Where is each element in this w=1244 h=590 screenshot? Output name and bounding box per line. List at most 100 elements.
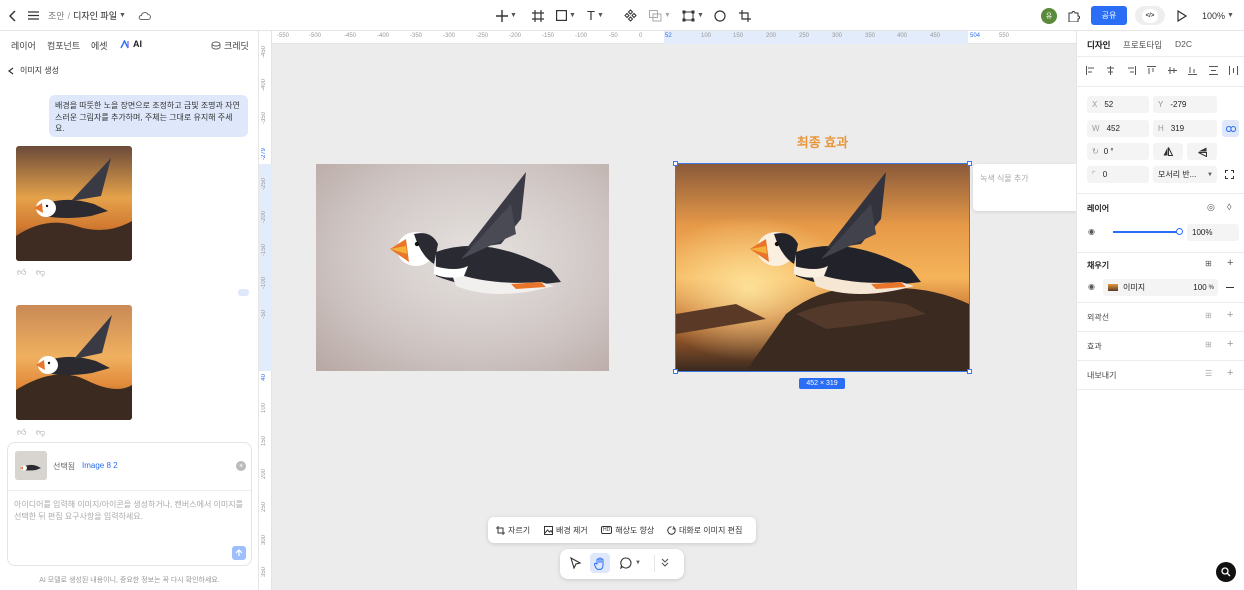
chat-edit-button[interactable]: 대화로 이미지 편집 <box>667 517 742 543</box>
distribute-horizontal-icon[interactable] <box>1228 66 1238 75</box>
chevron-down-icon[interactable]: ▼ <box>597 12 604 19</box>
height-field[interactable]: H 319 <box>1153 120 1217 137</box>
style-grid-icon[interactable]: ⊞ <box>1205 311 1212 320</box>
tab-d2c[interactable]: D2C <box>1175 39 1192 49</box>
menu-icon[interactable] <box>26 7 40 24</box>
flip-horizontal-button[interactable] <box>1153 143 1183 160</box>
file-name[interactable]: 디자인 파일 <box>73 9 117 22</box>
ruler-horizontal: -550 -500 -450 -400 -350 -300 -250 -200 … <box>272 31 1076 44</box>
text-tool[interactable]: T ▼ <box>587 7 604 24</box>
breadcrumb[interactable]: 조안 / 디자인 파일 ▼ <box>48 7 126 24</box>
chevron-down-icon[interactable]: ▼ <box>664 12 671 19</box>
chevron-down-icon[interactable]: ▼ <box>569 12 576 19</box>
add-stroke-icon[interactable]: + <box>1227 309 1233 321</box>
add-fill-icon[interactable]: + <box>1227 257 1233 269</box>
back-icon[interactable] <box>6 7 20 24</box>
search-button[interactable] <box>1216 562 1236 582</box>
tab-components[interactable]: 컴포넌트 <box>47 39 80 52</box>
play-icon[interactable] <box>1177 7 1187 24</box>
breadcrumb-parent[interactable]: 조안 <box>48 9 65 22</box>
align-center-v-icon[interactable] <box>1167 66 1177 75</box>
canvas-image-original[interactable] <box>316 164 609 371</box>
fill-row[interactable]: 이미지 100 % <box>1103 279 1218 296</box>
thumbs-down-icon[interactable]: 👎︎ <box>36 427 45 438</box>
opacity-slider[interactable] <box>1113 231 1179 233</box>
tab-prototype[interactable]: 프로토타입 <box>1123 39 1162 51</box>
chevron-down-icon[interactable]: ▼ <box>635 560 641 566</box>
hand-tool[interactable] <box>590 553 610 573</box>
chevron-down-icon[interactable]: ▼ <box>1227 12 1234 19</box>
chevron-down-icon[interactable]: ▼ <box>119 12 126 19</box>
corner-radius-field[interactable]: ⌜ 0 <box>1087 166 1149 183</box>
align-center-h-icon[interactable] <box>1106 66 1115 75</box>
clear-selection-icon[interactable]: × <box>236 461 246 471</box>
dev-mode-toggle[interactable]: </> <box>1135 6 1165 25</box>
add-effect-icon[interactable]: + <box>1227 338 1233 350</box>
align-bottom-icon[interactable] <box>1188 66 1198 75</box>
align-left-icon[interactable] <box>1086 66 1095 75</box>
thumbs-up-icon[interactable]: 👍︎ <box>17 267 26 278</box>
x-field[interactable]: X 52 <box>1087 96 1149 113</box>
ruler-tick: 450 <box>930 33 941 39</box>
distribute-vertical-icon[interactable] <box>1208 66 1218 75</box>
eye-icon[interactable]: ◉ <box>1088 227 1095 236</box>
eye-icon[interactable]: ◉ <box>1088 282 1095 291</box>
thumbs-up-icon[interactable]: 👍︎ <box>17 427 26 438</box>
y-field[interactable]: Y -279 <box>1153 96 1217 113</box>
corner-mode-dropdown[interactable]: 모서리 반... ▼ <box>1153 166 1217 183</box>
back-to-ai-home[interactable]: 이미지 생성 <box>8 65 59 76</box>
upscale-button[interactable]: HD 해상도 향상 <box>601 517 654 543</box>
zoom-dropdown[interactable]: 100% ▼ <box>1202 7 1234 24</box>
selected-image-name[interactable]: Image 8 2 <box>82 461 118 470</box>
chevron-down-icon[interactable]: ▼ <box>697 12 704 19</box>
send-button[interactable] <box>232 546 246 560</box>
comment-box[interactable]: 녹색 식물 추가 <box>973 164 1076 211</box>
chevron-down-icon[interactable]: ▼ <box>510 12 517 19</box>
style-grid-icon[interactable]: ⊞ <box>1205 259 1212 268</box>
boolean-tool[interactable]: ▼ <box>649 7 671 24</box>
plugin-icon[interactable] <box>1068 7 1080 24</box>
crop-tool[interactable] <box>739 7 751 24</box>
shape-tool[interactable]: ▼ <box>556 7 576 24</box>
tab-assets[interactable]: 에셋 <box>91 39 108 52</box>
tab-design[interactable]: 디자인 <box>1087 39 1110 51</box>
expand-corners-icon[interactable] <box>1225 170 1234 179</box>
pointer-icon[interactable] <box>570 557 581 570</box>
remove-background-button[interactable]: 배경 제거 <box>544 517 588 543</box>
align-right-icon[interactable] <box>1127 66 1136 75</box>
prompt-input[interactable]: 아이디어를 입력해 이미지/아이콘을 생성하거나, 캔버스에서 이미지를 선택한… <box>14 499 246 522</box>
credit-button[interactable]: 크레딧 <box>211 39 249 52</box>
ruler-tick-selected: 40 <box>261 374 267 381</box>
generated-image-2[interactable] <box>16 305 132 420</box>
visibility-drop-icon[interactable]: ◊ <box>1227 202 1231 212</box>
crop-button[interactable]: 자르기 <box>496 517 530 543</box>
thumbs-down-icon[interactable]: 👎︎ <box>36 267 45 278</box>
constrain-proportions-toggle[interactable] <box>1222 120 1239 137</box>
opacity-slider-thumb[interactable] <box>1176 228 1183 235</box>
mask-tool[interactable] <box>714 7 726 24</box>
expand-more-icon[interactable] <box>661 558 669 568</box>
align-top-icon[interactable] <box>1147 66 1157 75</box>
add-export-icon[interactable]: + <box>1227 367 1233 379</box>
canvas-image-final[interactable] <box>676 164 969 371</box>
avatar[interactable]: 유 <box>1041 8 1057 24</box>
export-settings-icon[interactable]: ☰ <box>1205 369 1212 378</box>
generated-image-1[interactable] <box>16 146 132 261</box>
comment-input[interactable]: 녹색 식물 추가 <box>980 173 1029 184</box>
frame-tool[interactable] <box>532 7 544 24</box>
share-button[interactable]: 공유 <box>1091 6 1127 25</box>
width-field[interactable]: W 452 <box>1087 120 1149 137</box>
remove-fill-icon[interactable] <box>1226 287 1234 288</box>
tab-layers[interactable]: 레이어 <box>11 39 36 52</box>
opacity-field[interactable]: 100% <box>1187 224 1239 241</box>
transform-tool[interactable]: ▼ <box>682 7 704 24</box>
comment-tool[interactable]: ▼ <box>620 557 641 569</box>
rotation-field[interactable]: ↻ 0 ° <box>1087 143 1149 160</box>
component-tool[interactable] <box>624 7 637 24</box>
style-grid-icon[interactable]: ⊞ <box>1205 340 1212 349</box>
panel-header: 이미지 생성 <box>20 66 60 75</box>
add-tool[interactable]: ▼ <box>496 7 517 24</box>
blend-mode-icon[interactable]: ◎ <box>1207 202 1215 213</box>
flip-vertical-button[interactable] <box>1187 143 1217 160</box>
tab-ai[interactable]: AI <box>120 39 142 49</box>
